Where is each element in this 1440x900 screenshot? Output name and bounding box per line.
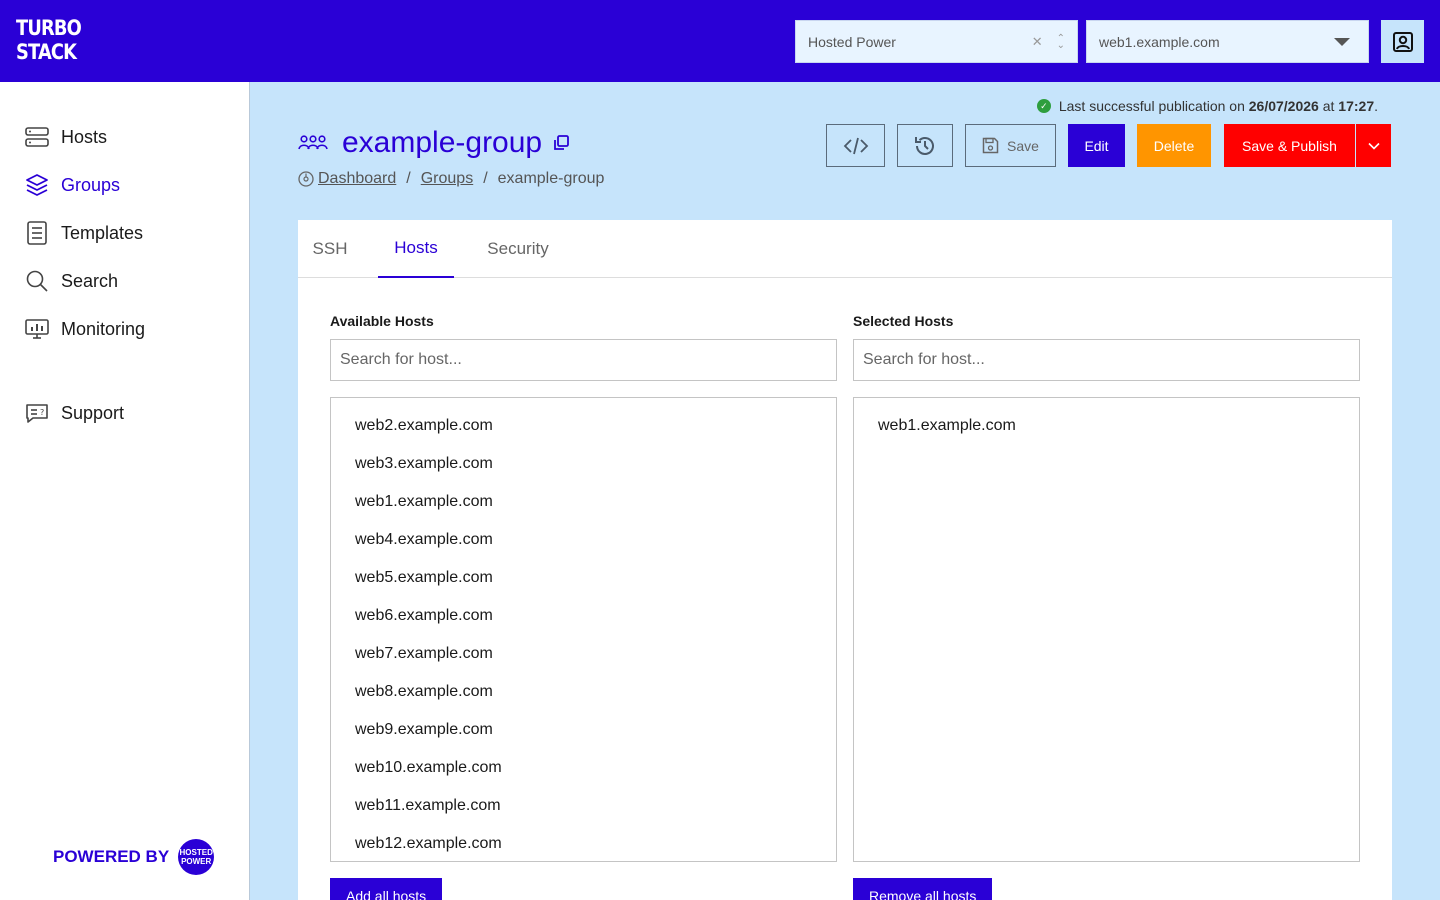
history-icon xyxy=(915,136,934,155)
clear-icon[interactable]: ✕ xyxy=(1032,34,1043,50)
list-item[interactable]: web1.example.com xyxy=(854,407,1359,445)
save-and-publish-button[interactable]: Save & Publish xyxy=(1224,124,1355,167)
powered-by[interactable]: POWERED BY HOSTED POWER xyxy=(53,839,215,875)
list-item[interactable]: web9.example.com xyxy=(331,711,836,749)
sidebar: Hosts Groups Templates Search Monitoring… xyxy=(0,82,250,900)
list-item[interactable]: web1.example.com xyxy=(331,483,836,521)
host-select-value: web1.example.com xyxy=(1099,33,1220,50)
user-profile-button[interactable] xyxy=(1381,20,1424,63)
available-hosts-list[interactable]: web2.example.com web3.example.com web1.exa… xyxy=(330,397,837,862)
selected-hosts-search-input[interactable] xyxy=(853,339,1360,381)
sidebar-item-support[interactable]: ? Support xyxy=(24,400,124,426)
sidebar-item-monitoring[interactable]: Monitoring xyxy=(24,316,145,342)
sidebar-item-label: Search xyxy=(61,270,119,291)
list-item[interactable]: web12.example.com xyxy=(331,825,836,861)
layers-icon xyxy=(24,172,50,198)
list-item[interactable]: web8.example.com xyxy=(331,673,836,711)
publication-status: ✓ Last successful publication on 26/07/2… xyxy=(1036,98,1378,114)
available-hosts-label: Available Hosts xyxy=(330,313,434,329)
chevron-down-icon xyxy=(1367,142,1380,150)
group-editor-card: SSH Hosts Security Available Hosts web2.… xyxy=(298,220,1392,900)
organization-select[interactable]: Hosted Power ✕ ⌃ ⌄ xyxy=(795,20,1078,63)
tab-security[interactable]: Security xyxy=(470,220,566,278)
selected-hosts-list[interactable]: web1.example.com xyxy=(853,397,1360,862)
save-button-label: Save xyxy=(1007,137,1039,154)
list-item[interactable]: web5.example.com xyxy=(331,559,836,597)
floppy-disk-icon xyxy=(982,137,999,154)
search-icon xyxy=(24,268,50,294)
dashboard-icon xyxy=(298,171,314,187)
sidebar-item-templates[interactable]: Templates xyxy=(24,220,143,246)
breadcrumb: Dashboard / Groups / example-group xyxy=(298,170,604,188)
check-circle-icon: ✓ xyxy=(1036,99,1051,113)
publication-date: 26/07/2026 xyxy=(1248,98,1319,114)
tab-bar: SSH Hosts Security xyxy=(298,220,1392,278)
list-item[interactable]: web6.example.com xyxy=(331,597,836,635)
hosted-power-logo: HOSTED POWER xyxy=(178,839,215,875)
list-item[interactable]: web7.example.com xyxy=(331,635,836,673)
sidebar-item-groups[interactable]: Groups xyxy=(24,172,120,198)
list-item[interactable]: web4.example.com xyxy=(331,521,836,559)
breadcrumb-groups[interactable]: Groups xyxy=(421,170,473,188)
sidebar-item-hosts[interactable]: Hosts xyxy=(24,124,107,150)
organization-select-value: Hosted Power xyxy=(808,33,896,50)
view-code-button[interactable] xyxy=(826,124,885,167)
tab-ssh[interactable]: SSH xyxy=(298,220,362,278)
sidebar-item-label: Monitoring xyxy=(61,318,146,339)
list-item[interactable]: web3.example.com xyxy=(331,445,836,483)
template-icon xyxy=(24,220,50,246)
list-item[interactable]: web2.example.com xyxy=(331,407,836,445)
support-icon: ? xyxy=(24,400,50,426)
svg-text:?: ? xyxy=(40,408,44,417)
users-group-icon xyxy=(298,131,330,155)
sidebar-item-label: Templates xyxy=(61,222,144,243)
sidebar-item-search[interactable]: Search xyxy=(24,268,118,294)
host-select[interactable]: web1.example.com xyxy=(1086,20,1369,63)
breadcrumb-dashboard[interactable]: Dashboard xyxy=(318,170,396,188)
add-all-hosts-button[interactable]: Add all hosts xyxy=(330,878,443,900)
delete-button[interactable]: Delete xyxy=(1137,124,1211,167)
edit-button[interactable]: Edit xyxy=(1068,124,1125,167)
sidebar-item-label: Hosts xyxy=(61,126,108,147)
history-button[interactable] xyxy=(897,124,953,167)
sidebar-item-label: Support xyxy=(61,402,125,423)
turbo-stack-logo[interactable]: TURBO STACK xyxy=(16,16,82,66)
page-title: example-group xyxy=(342,126,543,159)
list-item[interactable]: web11.example.com xyxy=(331,787,836,825)
code-icon xyxy=(843,137,868,154)
monitor-icon xyxy=(24,316,50,342)
available-hosts-search-input[interactable] xyxy=(330,339,837,381)
user-icon xyxy=(1392,31,1413,52)
tab-hosts[interactable]: Hosts xyxy=(378,220,454,278)
remove-all-hosts-button[interactable]: Remove all hosts xyxy=(853,878,993,900)
publication-at: at xyxy=(1322,98,1335,114)
chevron-updown-icon: ⌃ ⌄ xyxy=(1056,32,1065,51)
powered-by-text: POWERED BY xyxy=(53,847,170,866)
publication-prefix: Last successful publication on xyxy=(1058,98,1245,114)
save-button[interactable]: Save xyxy=(965,124,1056,167)
selected-hosts-label: Selected Hosts xyxy=(853,313,954,329)
page-header: example-group xyxy=(298,126,570,160)
top-bar: TURBO STACK Hosted Power ✕ ⌃ ⌄ web1.examp… xyxy=(0,0,1440,82)
breadcrumb-current: example-group xyxy=(497,170,605,187)
publication-time: 17:27 xyxy=(1338,98,1375,114)
list-item[interactable]: web10.example.com xyxy=(331,749,836,787)
sidebar-item-label: Groups xyxy=(61,174,121,195)
publish-options-dropdown[interactable] xyxy=(1356,124,1391,167)
copy-icon[interactable] xyxy=(552,134,570,152)
publication-suffix: . xyxy=(1374,98,1378,114)
server-icon xyxy=(24,124,50,150)
caret-down-icon xyxy=(1334,37,1350,46)
